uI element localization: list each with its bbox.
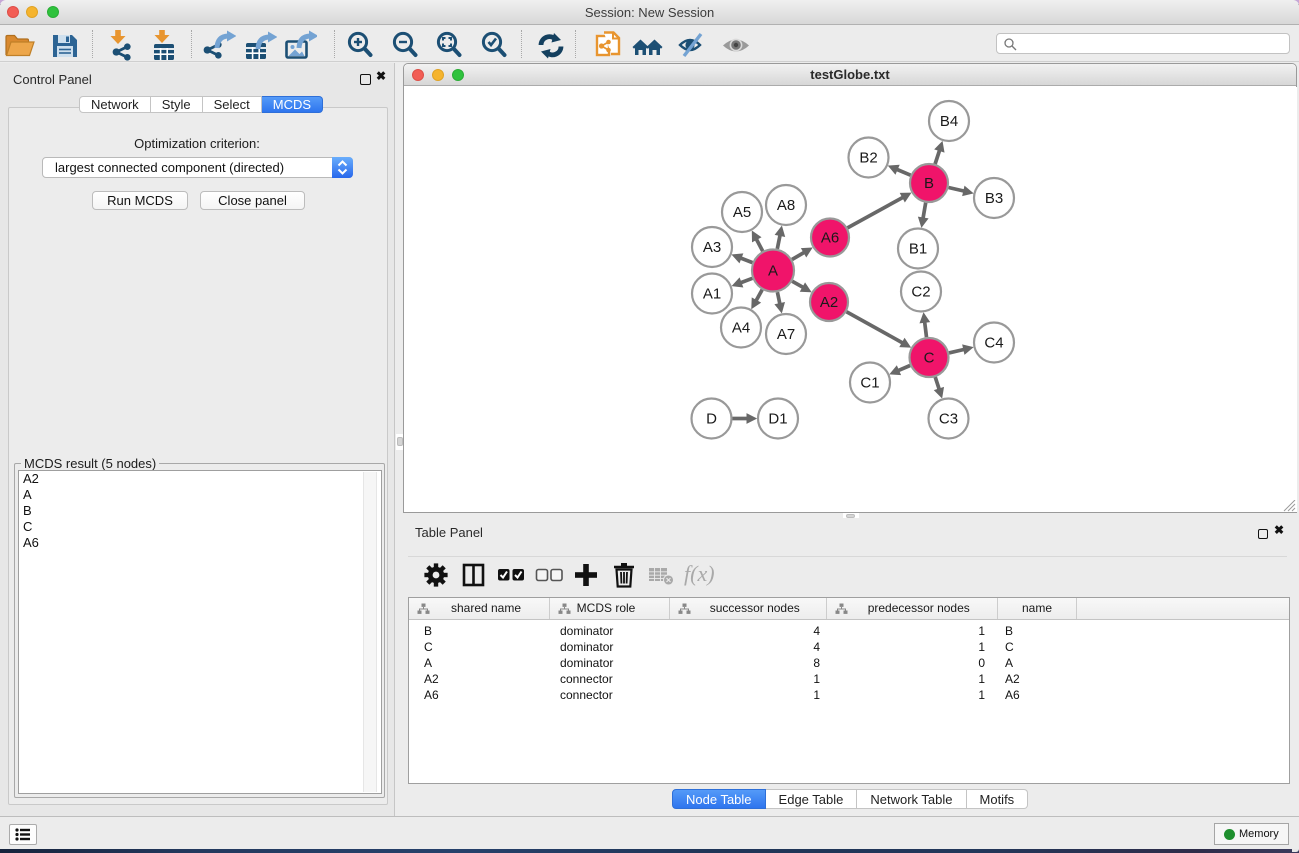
svg-text:C4: C4 <box>984 335 1003 352</box>
svg-text:C3: C3 <box>939 411 958 428</box>
svg-text:A7: A7 <box>777 326 795 343</box>
svg-text:B: B <box>924 175 934 192</box>
svg-text:B2: B2 <box>859 150 877 167</box>
svg-text:A8: A8 <box>777 197 795 214</box>
svg-text:A5: A5 <box>733 204 751 221</box>
svg-text:A1: A1 <box>703 286 721 303</box>
svg-text:A6: A6 <box>821 230 839 247</box>
svg-text:A4: A4 <box>732 320 750 337</box>
svg-text:B4: B4 <box>940 113 958 130</box>
svg-text:C2: C2 <box>911 284 930 301</box>
svg-text:B3: B3 <box>985 190 1003 207</box>
svg-text:C: C <box>924 350 935 367</box>
svg-text:C1: C1 <box>860 375 879 392</box>
svg-text:A3: A3 <box>703 239 721 256</box>
svg-text:D1: D1 <box>768 411 787 428</box>
svg-text:A2: A2 <box>820 294 838 311</box>
svg-text:A: A <box>768 263 778 280</box>
svg-text:B1: B1 <box>909 241 927 258</box>
svg-text:D: D <box>706 411 717 428</box>
